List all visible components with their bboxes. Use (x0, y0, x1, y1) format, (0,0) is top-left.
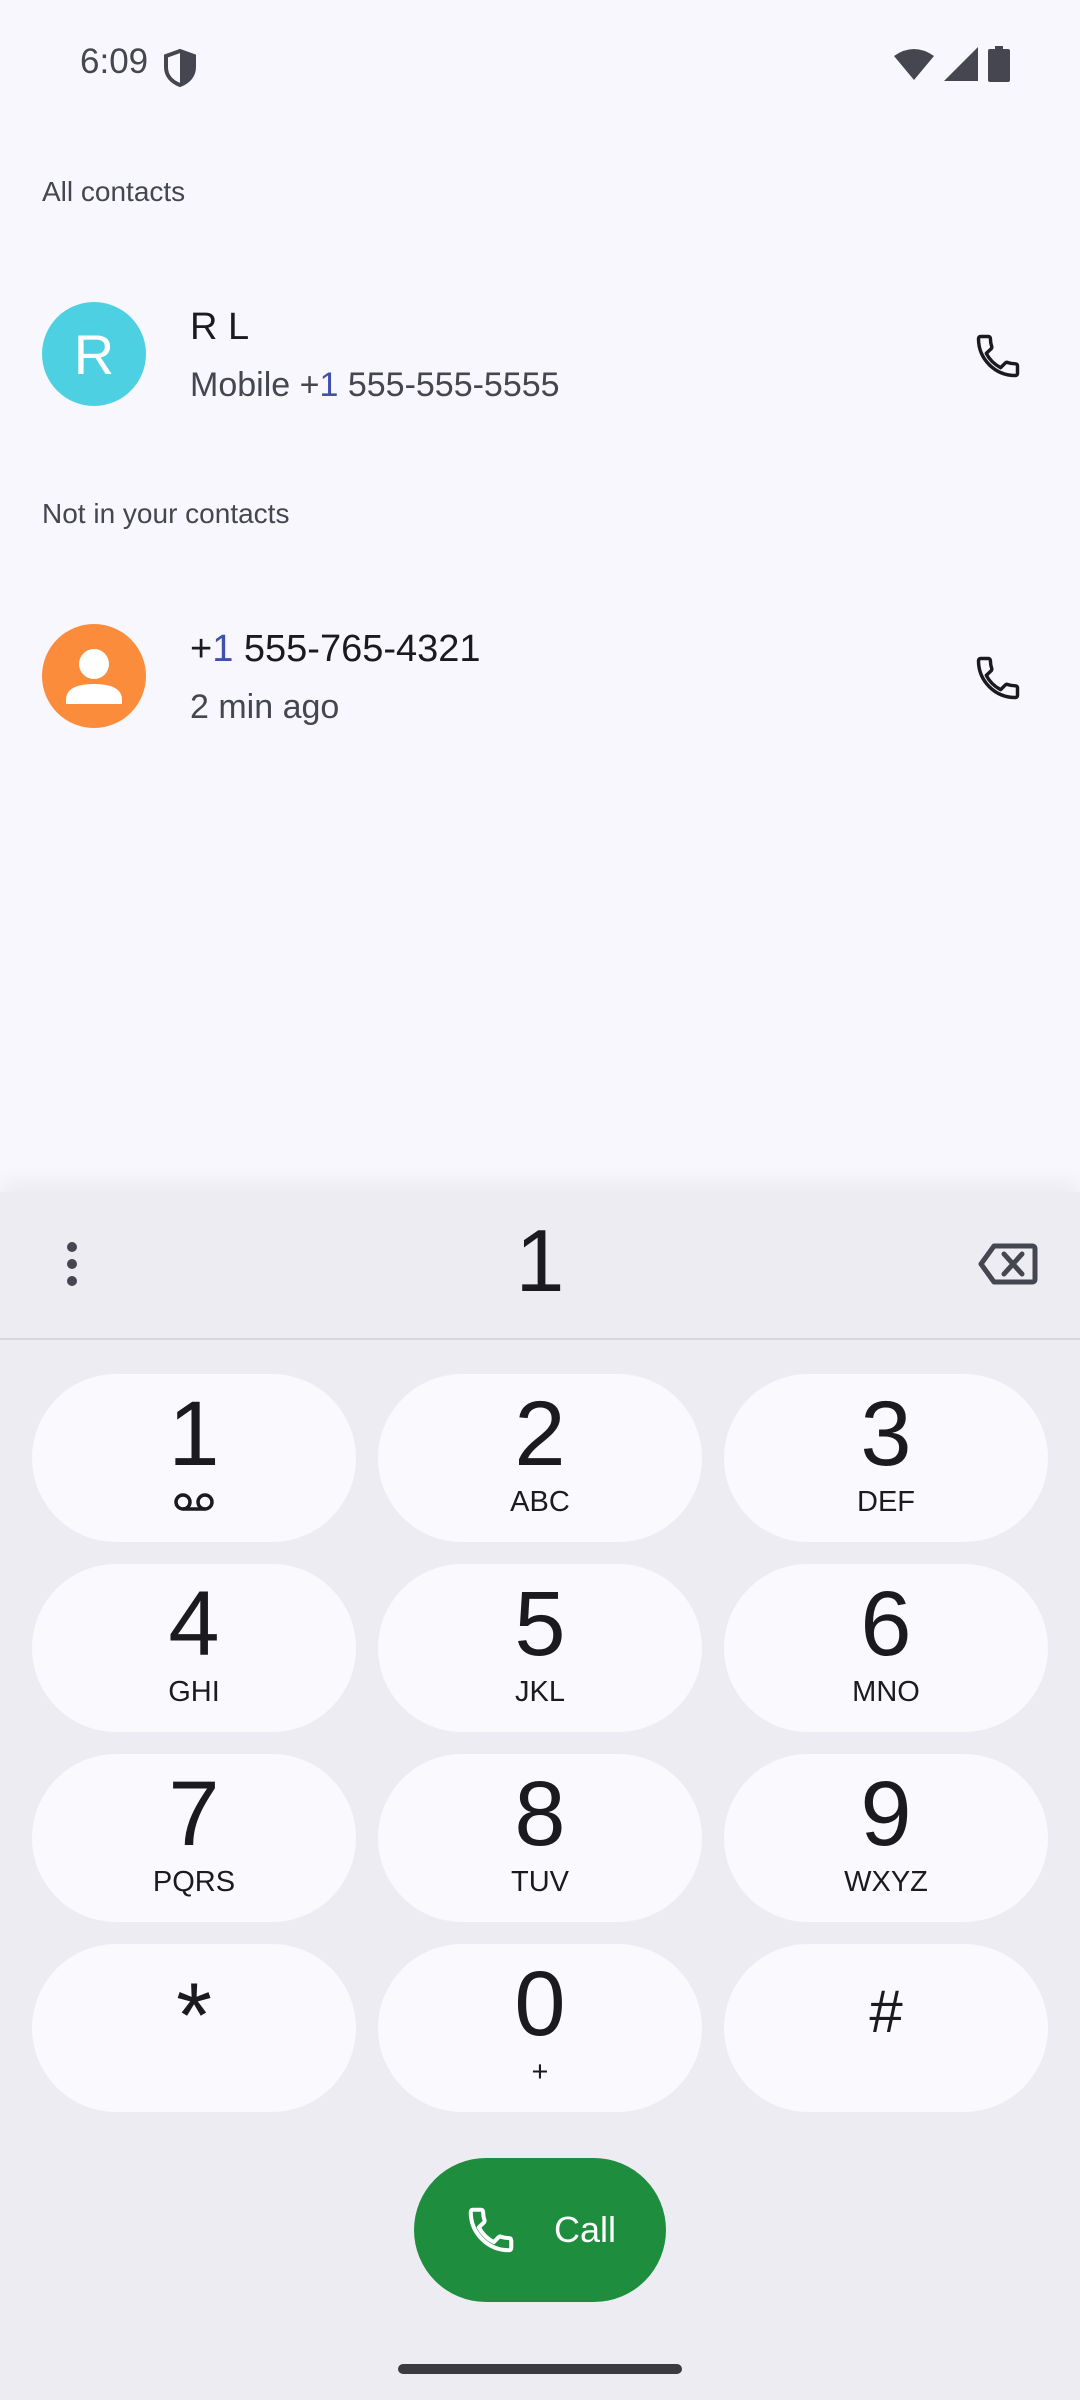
phone-icon (976, 334, 1020, 378)
dialed-digits[interactable]: 1 (240, 1210, 840, 1312)
contact-phone: Mobile +1 555-555-5555 (190, 366, 560, 405)
key-digit: 4 (168, 1573, 220, 1675)
key-star[interactable]: * (32, 1944, 356, 2112)
recent-number: +1 555-765-4321 (190, 628, 481, 671)
battery-icon (988, 46, 1010, 87)
contact-phone-prefix: Mobile + (190, 366, 320, 404)
key-letters: PQRS (152, 1866, 236, 1898)
signal-icon (944, 47, 978, 86)
contact-phone-country-code: 1 (319, 366, 339, 404)
digits-bar: 1 (0, 1192, 1080, 1340)
recent-call-row[interactable]: +1 555-765-4321 2 min ago (0, 598, 1080, 758)
key-digit: 2 (514, 1383, 566, 1485)
person-icon (66, 649, 122, 704)
key-2[interactable]: 2 ABC (378, 1374, 702, 1542)
avatar (42, 624, 146, 728)
key-digit: 8 (514, 1763, 566, 1865)
call-recent-button[interactable] (966, 646, 1030, 710)
home-indicator[interactable] (398, 2364, 682, 2374)
key-digit: 1 (168, 1383, 220, 1485)
status-time: 6:09 (80, 42, 149, 81)
key-8[interactable]: 8 TUV (378, 1754, 702, 1922)
key-letters: + (531, 2056, 549, 2088)
key-0[interactable]: 0 + (378, 1944, 702, 2112)
key-digit: 3 (860, 1383, 912, 1485)
voicemail-icon (174, 1492, 214, 1517)
key-9[interactable]: 9 WXYZ (724, 1754, 1048, 1922)
shield-icon (162, 48, 198, 88)
key-digit: 7 (168, 1763, 220, 1865)
key-digit: 9 (860, 1763, 912, 1865)
backspace-icon (978, 1243, 1038, 1285)
more-options-button[interactable] (40, 1232, 104, 1296)
wifi-icon (894, 48, 934, 85)
avatar: R (42, 302, 146, 406)
key-letters: MNO (852, 1676, 920, 1708)
status-bar: 6:09 (0, 0, 1080, 130)
key-letters: JKL (515, 1676, 565, 1708)
call-contact-button[interactable] (966, 324, 1030, 388)
key-digit: 5 (514, 1573, 566, 1675)
call-button-label: Call (553, 2209, 616, 2250)
recent-number-country-code: 1 (212, 628, 234, 670)
phone-icon (468, 2207, 514, 2253)
backspace-button[interactable] (972, 1232, 1044, 1296)
contact-phone-number: 555-555-5555 (338, 366, 560, 404)
key-digit: # (869, 1978, 903, 2045)
contact-name: R L (190, 306, 250, 348)
section-header-not-in-contacts: Not in your contacts (42, 498, 290, 529)
phone-icon (976, 656, 1020, 700)
key-4[interactable]: 4 GHI (32, 1564, 356, 1732)
section-header-all-contacts: All contacts (42, 176, 186, 207)
key-digit: * (176, 1965, 212, 2067)
call-button[interactable]: Call (414, 2158, 666, 2302)
key-1[interactable]: 1 (32, 1374, 356, 1542)
avatar-letter: R (73, 322, 115, 386)
key-digit: 6 (860, 1573, 912, 1675)
recent-time: 2 min ago (190, 688, 340, 726)
recent-number-digits: 555-765-4321 (233, 628, 481, 670)
key-letters: WXYZ (844, 1866, 928, 1898)
contact-row[interactable]: R R L Mobile +1 555-555-5555 (0, 276, 1080, 436)
key-3[interactable]: 3 DEF (724, 1374, 1048, 1542)
key-letters: DEF (857, 1486, 915, 1518)
key-6[interactable]: 6 MNO (724, 1564, 1048, 1732)
key-digit: 0 (514, 1953, 566, 2055)
key-7[interactable]: 7 PQRS (32, 1754, 356, 1922)
key-pound[interactable]: # (724, 1944, 1048, 2112)
more-vert-icon (67, 1242, 77, 1286)
key-letters: ABC (510, 1486, 570, 1518)
recent-number-prefix: + (190, 628, 213, 670)
key-letters: GHI (168, 1676, 220, 1708)
key-5[interactable]: 5 JKL (378, 1564, 702, 1732)
key-letters: TUV (511, 1866, 569, 1898)
